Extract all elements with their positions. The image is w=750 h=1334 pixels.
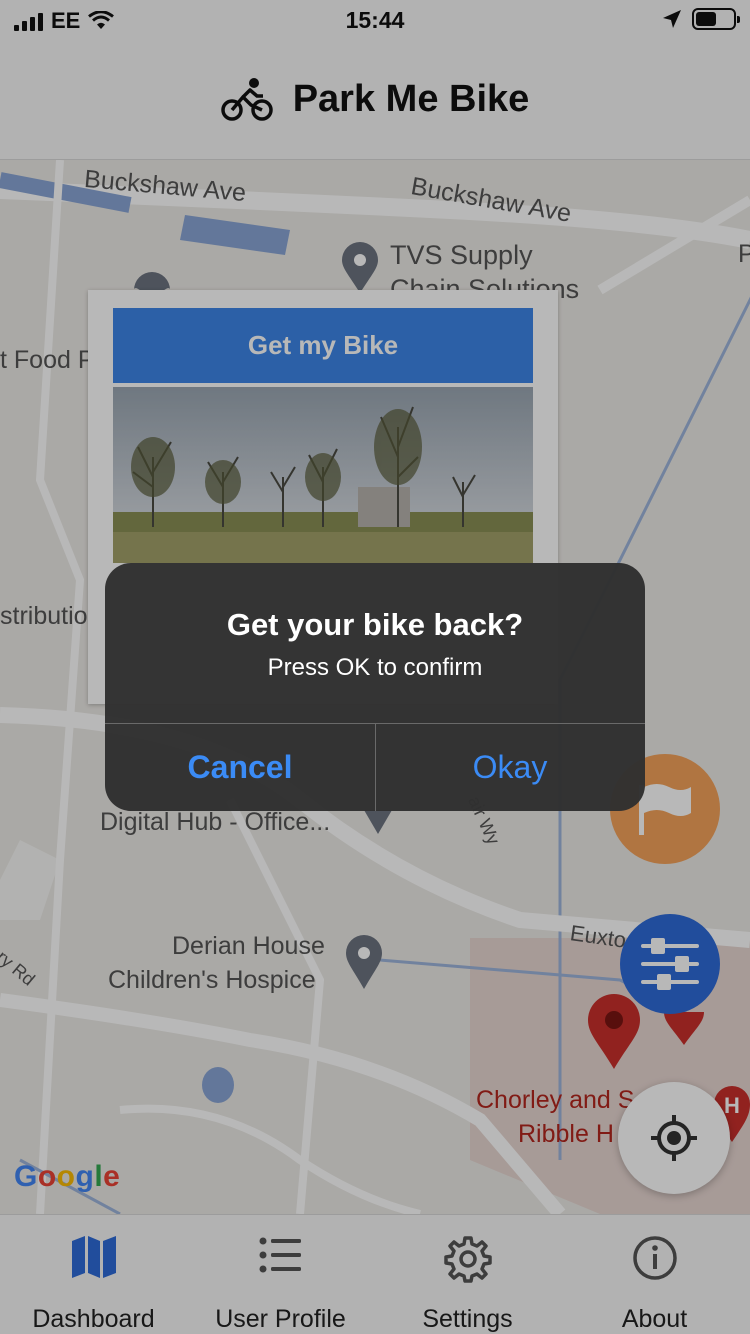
filter-button[interactable] bbox=[620, 914, 720, 1014]
crosshair-icon bbox=[651, 1115, 697, 1161]
map-label-hospital: Chorley and S bbox=[476, 1086, 635, 1114]
tab-settings[interactable]: Settings bbox=[374, 1215, 561, 1334]
map-label-poi: P bbox=[738, 240, 750, 268]
my-location-button[interactable] bbox=[618, 1082, 730, 1194]
info-icon bbox=[632, 1236, 677, 1280]
dialog-message: Press OK to confirm bbox=[267, 654, 483, 681]
tab-label: About bbox=[621, 1305, 688, 1333]
tab-dashboard[interactable]: Dashboard bbox=[0, 1215, 187, 1334]
app-header: Park Me Bike bbox=[0, 40, 750, 160]
status-right bbox=[662, 8, 740, 30]
battery-icon bbox=[692, 8, 740, 30]
tab-label: Settings bbox=[422, 1305, 513, 1333]
google-logo: Google bbox=[14, 1160, 121, 1193]
get-my-bike-button[interactable]: Get my Bike bbox=[113, 308, 533, 383]
status-time: 15:44 bbox=[345, 7, 405, 33]
sliders-icon bbox=[641, 938, 699, 990]
map-icon bbox=[71, 1236, 116, 1278]
map-label-poi: Digital Hub - Office... bbox=[100, 808, 331, 836]
okay-button[interactable]: Okay bbox=[375, 723, 645, 811]
bicycle-rider-icon bbox=[220, 77, 273, 121]
map-pin-icon[interactable] bbox=[344, 934, 384, 990]
map-pin-icon[interactable] bbox=[364, 810, 392, 834]
dialog-title: Get your bike back? bbox=[226, 607, 524, 642]
cancel-button[interactable]: Cancel bbox=[105, 723, 375, 811]
bike-location-photo bbox=[113, 387, 533, 563]
map-label-poi: stributio bbox=[0, 602, 88, 630]
tab-about[interactable]: About bbox=[561, 1215, 748, 1334]
status-bar: EE 15:44 bbox=[0, 0, 750, 40]
svg-text:H: H bbox=[724, 1093, 740, 1118]
tab-user-profile[interactable]: User Profile bbox=[187, 1215, 374, 1334]
map-label-poi: t Food P bbox=[0, 346, 95, 374]
location-arrow-icon bbox=[663, 10, 681, 28]
list-icon bbox=[259, 1237, 301, 1273]
map-label-poi: Children's Hospice bbox=[108, 966, 316, 994]
map-pin-icon[interactable] bbox=[340, 242, 380, 294]
map-label-poi: TVS Supply bbox=[390, 240, 533, 270]
hospital-pin-icon[interactable] bbox=[586, 994, 642, 1070]
map-label-hospital: Ribble H bbox=[518, 1120, 614, 1148]
app-title: Park Me Bike bbox=[292, 78, 530, 120]
confirm-dialog: Get your bike back? Press OK to confirm … bbox=[105, 563, 645, 811]
tab-label: User Profile bbox=[215, 1305, 346, 1333]
tab-bar: Dashboard User Profile Settings About bbox=[0, 1214, 750, 1334]
gear-icon bbox=[443, 1236, 492, 1283]
tab-label: Dashboard bbox=[32, 1305, 155, 1333]
map-label-poi: Derian House bbox=[172, 932, 325, 960]
